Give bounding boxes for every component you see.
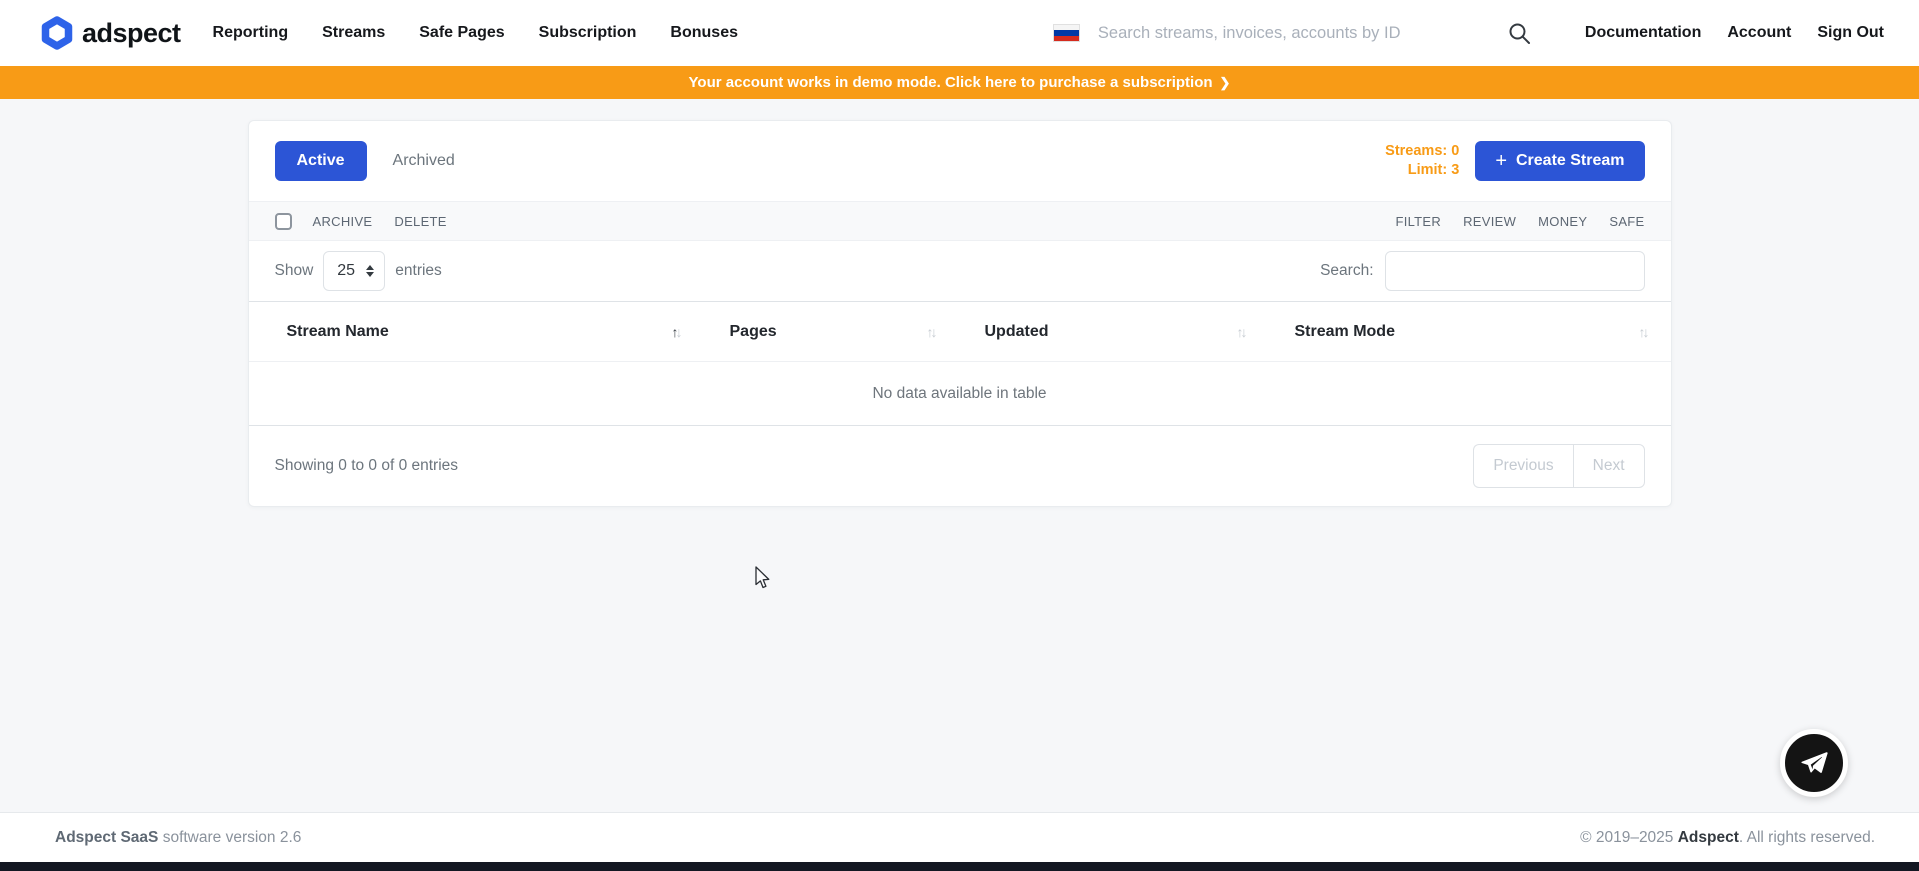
sort-icon: ↑↓ [672, 324, 680, 340]
table-search-input[interactable] [1385, 251, 1645, 291]
top-navigation: adspect Reporting Streams Safe Pages Sub… [0, 0, 1919, 66]
updown-arrows-icon [366, 265, 374, 277]
tab-active[interactable]: Active [275, 141, 367, 181]
sort-icon: ↑↓ [927, 324, 935, 340]
column-header-stream-mode[interactable]: Stream Mode ↑↓ [1269, 323, 1671, 341]
streams-panel: Active Archived Streams: 0 Limit: 3 + Cr… [248, 120, 1672, 507]
brand-name: adspect [82, 18, 181, 49]
table-search-group: Search: [1320, 251, 1644, 291]
review-mode-link[interactable]: REVIEW [1463, 214, 1516, 229]
bulk-actions-group: ARCHIVE DELETE [313, 214, 447, 229]
table-controls: Show 25 entries Search: [249, 241, 1671, 301]
page-footer: Adspect SaaS software version 2.6 © 2019… [0, 812, 1919, 862]
bottom-edge-strip [0, 862, 1919, 871]
demo-mode-banner[interactable]: Your account works in demo mode. Click h… [0, 66, 1919, 99]
entries-label: entries [395, 262, 442, 280]
select-all-checkbox[interactable] [275, 213, 292, 230]
chevron-right-icon: ❯ [1220, 75, 1231, 91]
streams-limit-label: Limit: 3 [1385, 161, 1459, 180]
plus-icon: + [1495, 154, 1507, 168]
entries-per-page-select[interactable]: 25 [323, 251, 385, 291]
main-menu: Reporting Streams Safe Pages Subscriptio… [213, 24, 738, 42]
table-footer: Showing 0 to 0 of 0 entries Previous Nex… [249, 426, 1671, 506]
money-mode-link[interactable]: MONEY [1538, 214, 1587, 229]
create-stream-button[interactable]: + Create Stream [1475, 141, 1644, 181]
next-page-button[interactable]: Next [1573, 444, 1645, 488]
nav-item-streams[interactable]: Streams [322, 24, 385, 42]
mouse-cursor [752, 566, 774, 592]
pagination: Previous Next [1473, 444, 1644, 488]
quick-filters-group: FILTER REVIEW MONEY SAFE [1395, 214, 1644, 229]
footer-copyright-text: © 2019–2025 Adspect. All rights reserved… [1580, 829, 1875, 847]
nav-item-sign-out[interactable]: Sign Out [1817, 24, 1884, 42]
table-header-row: Stream Name ↑↓ Pages ↑↓ Updated ↑↓ Strea… [249, 301, 1671, 361]
telegram-plane-icon [1799, 748, 1829, 778]
panel-header-right: Streams: 0 Limit: 3 + Create Stream [1385, 141, 1644, 181]
streams-count-label: Streams: 0 [1385, 142, 1459, 161]
entries-summary: Showing 0 to 0 of 0 entries [275, 457, 459, 475]
column-header-updated[interactable]: Updated ↑↓ [959, 323, 1269, 341]
nav-item-reporting[interactable]: Reporting [213, 24, 289, 42]
nav-item-subscription[interactable]: Subscription [539, 24, 637, 42]
archive-action[interactable]: ARCHIVE [313, 214, 373, 229]
delete-action[interactable]: DELETE [394, 214, 446, 229]
streams-panel-header: Active Archived Streams: 0 Limit: 3 + Cr… [249, 121, 1671, 201]
nav-item-bonuses[interactable]: Bonuses [670, 24, 738, 42]
entries-selected-value: 25 [337, 262, 355, 280]
create-stream-label: Create Stream [1516, 152, 1625, 170]
table-empty-message: No data available in table [249, 361, 1671, 426]
sort-icon: ↑↓ [1237, 324, 1245, 340]
filter-mode-link[interactable]: FILTER [1395, 214, 1441, 229]
demo-banner-text: Your account works in demo mode. Click h… [689, 74, 1213, 91]
nav-item-account[interactable]: Account [1727, 24, 1791, 42]
stream-quota: Streams: 0 Limit: 3 [1385, 142, 1459, 180]
bulk-actions-toolbar: ARCHIVE DELETE FILTER REVIEW MONEY SAFE [249, 201, 1671, 241]
global-search-input[interactable] [1098, 24, 1478, 43]
tab-archived[interactable]: Archived [393, 152, 455, 170]
search-icon[interactable] [1508, 22, 1531, 45]
russian-flag-icon[interactable] [1053, 24, 1080, 42]
column-header-pages[interactable]: Pages ↑↓ [704, 323, 959, 341]
nav-right-cluster: Documentation Account Sign Out [1053, 22, 1884, 45]
show-label: Show [275, 262, 314, 280]
adspect-logo[interactable]: adspect [40, 16, 181, 50]
previous-page-button[interactable]: Previous [1473, 444, 1572, 488]
nav-item-safe-pages[interactable]: Safe Pages [419, 24, 504, 42]
sort-icon: ↑↓ [1639, 324, 1647, 340]
table-search-label: Search: [1320, 262, 1373, 280]
nav-item-documentation[interactable]: Documentation [1585, 24, 1701, 42]
column-header-stream-name[interactable]: Stream Name ↑↓ [249, 323, 704, 341]
safe-mode-link[interactable]: SAFE [1609, 214, 1644, 229]
telegram-chat-button[interactable] [1780, 729, 1848, 797]
hexagon-logo-icon [40, 16, 74, 50]
footer-version-text: Adspect SaaS software version 2.6 [55, 829, 301, 847]
